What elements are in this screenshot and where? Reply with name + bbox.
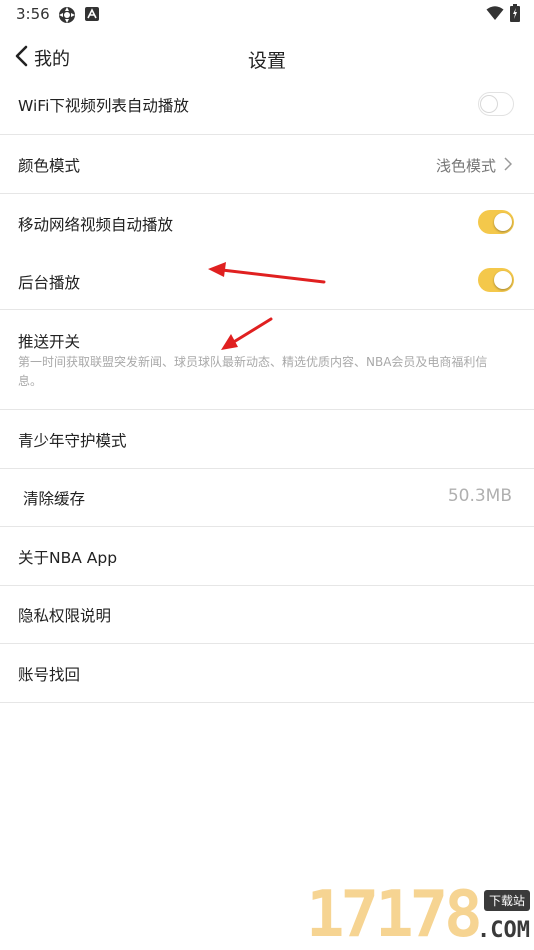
setting-label: 后台播放 (18, 274, 81, 292)
gear-icon (58, 6, 76, 28)
setting-label: 颜色模式 (18, 157, 81, 175)
setting-row-push[interactable]: 推送开关 第一时间获取联盟突发新闻、球员球队最新动态、精选优质内容、NBA会员及… (0, 310, 534, 410)
setting-label: 青少年守护模式 (18, 432, 127, 450)
chevron-right-icon (504, 156, 513, 175)
setting-row-wifi-autoplay: WiFi下视频列表自动播放 (0, 80, 534, 135)
setting-label: 移动网络视频自动播放 (18, 216, 174, 234)
setting-row-clear-cache[interactable]: 清除缓存 50.3MB (0, 469, 534, 527)
a-badge-icon (85, 6, 99, 25)
mobile-autoplay-toggle[interactable] (478, 210, 514, 234)
setting-group-playback: 移动网络视频自动播放 后台播放 (0, 194, 534, 310)
setting-row-color-mode[interactable]: 颜色模式 浅色模式 (0, 135, 534, 194)
setting-row-account-recovery[interactable]: 账号找回 (0, 644, 534, 703)
push-description: 第一时间获取联盟突发新闻、球员球队最新动态、精选优质内容、NBA会员及电商福利信… (18, 355, 488, 388)
site-watermark: 17178 下载站 .COM (306, 882, 532, 948)
setting-label: 推送开关 (18, 333, 81, 351)
watermark-badge: 下载站 (483, 890, 530, 911)
toggle-knob (480, 94, 498, 113)
setting-label: WiFi下视频列表自动播放 (18, 97, 189, 115)
toggle-knob (494, 213, 512, 231)
status-time: 3:56 (16, 5, 50, 23)
setting-label: 关于NBA App (18, 549, 118, 567)
toggle-knob (494, 271, 512, 289)
setting-label: 清除缓存 (23, 490, 86, 508)
battery-charging-icon (510, 4, 520, 26)
color-mode-value: 浅色模式 (435, 157, 496, 175)
background-play-toggle[interactable] (478, 268, 514, 292)
setting-label: 隐私权限说明 (18, 607, 112, 625)
watermark-digits: 17178 (306, 878, 483, 950)
status-bar: 3:56 (0, 0, 534, 30)
setting-row-youth-mode[interactable]: 青少年守护模式 (0, 410, 534, 469)
cache-size-value: 50.3MB (447, 486, 512, 506)
nav-bar: 我的 设置 (0, 36, 534, 80)
watermark-suffix: .COM (477, 918, 530, 943)
wifi-autoplay-toggle[interactable] (478, 92, 514, 116)
page-title: 设置 (247, 50, 286, 72)
setting-row-privacy[interactable]: 隐私权限说明 (0, 586, 534, 644)
setting-label: 账号找回 (18, 666, 81, 684)
wifi-icon (486, 5, 504, 25)
setting-row-about[interactable]: 关于NBA App (0, 527, 534, 586)
